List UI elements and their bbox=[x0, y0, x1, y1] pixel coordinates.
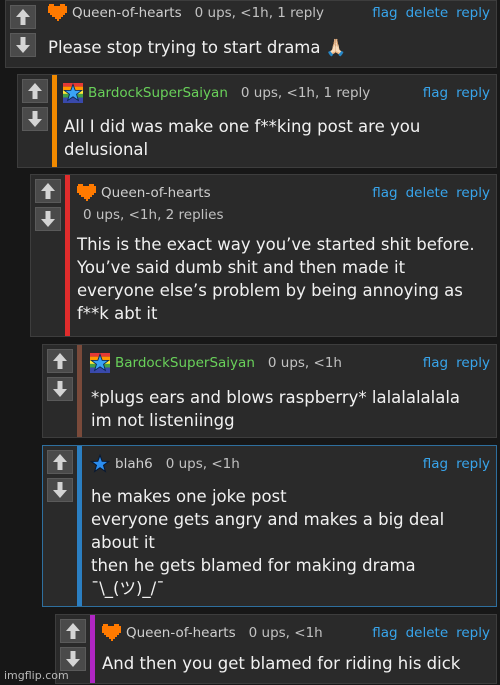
upvote-button[interactable] bbox=[35, 179, 61, 203]
username[interactable]: BardockSuperSaiyan bbox=[88, 85, 228, 101]
arrow-down-icon bbox=[66, 651, 80, 667]
delete-link[interactable]: delete bbox=[406, 185, 449, 201]
thread-bar bbox=[77, 446, 82, 606]
comment-meta: 0 ups, <1h, 1 reply bbox=[240, 85, 371, 101]
arrow-up-icon bbox=[41, 183, 55, 199]
vote-controls bbox=[31, 175, 65, 336]
comment-text: And then you get blamed for riding his d… bbox=[102, 654, 461, 673]
comment-5: blah6 0 ups, <1h flag reply he makes one… bbox=[42, 445, 497, 607]
delete-link[interactable]: delete bbox=[406, 5, 449, 21]
comment-text: Please stop trying to start drama 🙏🏻 bbox=[48, 38, 347, 57]
comment-meta: 0 ups, <1h, 2 replies bbox=[83, 207, 224, 223]
arrow-up-icon bbox=[66, 623, 80, 639]
arrow-up-icon bbox=[16, 9, 30, 25]
comment-actions: flag delete reply bbox=[372, 625, 490, 641]
flag-link[interactable]: flag bbox=[372, 185, 397, 201]
upvote-button[interactable] bbox=[60, 619, 86, 643]
heart-icon bbox=[102, 624, 121, 641]
comment-header: Queen-of-hearts 0 ups, <1h, 1 reply flag… bbox=[46, 1, 490, 25]
username[interactable]: Queen-of-hearts bbox=[126, 625, 236, 641]
comment-actions: flag delete reply bbox=[372, 185, 490, 201]
downvote-button[interactable] bbox=[47, 478, 73, 502]
blue-star-icon bbox=[89, 454, 111, 473]
arrow-down-icon bbox=[53, 381, 67, 397]
username[interactable]: blah6 bbox=[115, 456, 153, 472]
arrow-down-icon bbox=[41, 211, 55, 227]
reply-link[interactable]: reply bbox=[456, 5, 490, 21]
vote-controls bbox=[18, 75, 52, 167]
vote-controls bbox=[43, 446, 77, 606]
comment-text: This is the exact way you’ve started shi… bbox=[77, 235, 475, 323]
heart-icon bbox=[77, 184, 96, 201]
rainbow-star-icon bbox=[90, 353, 110, 373]
downvote-button[interactable] bbox=[60, 647, 86, 671]
comment-2: BardockSuperSaiyan 0 ups, <1h, 1 reply f… bbox=[17, 74, 497, 168]
comment-3: Queen-of-hearts flag delete reply 0 ups,… bbox=[30, 174, 497, 337]
comment-text: he makes one joke post everyone gets ang… bbox=[91, 487, 445, 598]
comment-text: All I did was make one f**king post are … bbox=[64, 117, 421, 159]
comment-meta: 0 ups, <1h bbox=[267, 355, 342, 371]
thread-bar bbox=[77, 345, 82, 437]
username[interactable]: BardockSuperSaiyan bbox=[115, 355, 255, 371]
reply-link[interactable]: reply bbox=[456, 625, 490, 641]
arrow-up-icon bbox=[28, 83, 42, 99]
flag-link[interactable]: flag bbox=[372, 5, 397, 21]
heart-icon bbox=[48, 4, 67, 21]
upvote-button[interactable] bbox=[10, 5, 36, 29]
arrow-down-icon bbox=[28, 111, 42, 127]
comment-header: Queen-of-hearts 0 ups, <1h flag delete r… bbox=[100, 615, 490, 651]
upvote-button[interactable] bbox=[47, 349, 73, 373]
rainbow-star-icon bbox=[63, 83, 83, 103]
downvote-button[interactable] bbox=[47, 377, 73, 401]
downvote-button[interactable] bbox=[22, 107, 48, 131]
comment-text: *plugs ears and blows raspberry* lalalal… bbox=[91, 388, 461, 430]
arrow-down-icon bbox=[53, 482, 67, 498]
upvote-button[interactable] bbox=[22, 79, 48, 103]
imgflip-watermark: imgflip.com bbox=[4, 669, 69, 682]
arrow-up-icon bbox=[53, 353, 67, 369]
comment-actions: flag reply bbox=[423, 456, 490, 472]
thread-bar bbox=[52, 75, 57, 167]
arrow-down-icon bbox=[16, 37, 30, 53]
delete-link[interactable]: delete bbox=[406, 625, 449, 641]
vote-controls bbox=[6, 1, 40, 67]
reply-link[interactable]: reply bbox=[456, 85, 490, 101]
comment-header: BardockSuperSaiyan 0 ups, <1h flag reply bbox=[89, 345, 490, 381]
downvote-button[interactable] bbox=[10, 33, 36, 57]
comment-header: BardockSuperSaiyan 0 ups, <1h, 1 reply f… bbox=[62, 75, 490, 111]
comment-actions: flag reply bbox=[423, 85, 490, 101]
comment-header: blah6 0 ups, <1h flag reply bbox=[89, 446, 490, 482]
comment-1: Queen-of-hearts 0 ups, <1h, 1 reply flag… bbox=[5, 0, 497, 68]
comment-6: Queen-of-hearts 0 ups, <1h flag delete r… bbox=[55, 614, 497, 684]
comment-actions: flag delete reply bbox=[372, 5, 490, 21]
thread-bar bbox=[65, 175, 70, 336]
arrow-up-icon bbox=[53, 454, 67, 470]
flag-link[interactable]: flag bbox=[423, 456, 448, 472]
reply-link[interactable]: reply bbox=[456, 185, 490, 201]
upvote-button[interactable] bbox=[47, 450, 73, 474]
comment-actions: flag reply bbox=[423, 355, 490, 371]
downvote-button[interactable] bbox=[35, 207, 61, 231]
comment-meta: 0 ups, <1h bbox=[248, 625, 323, 641]
thread-bar bbox=[90, 615, 95, 683]
flag-link[interactable]: flag bbox=[372, 625, 397, 641]
comment-meta: 0 ups, <1h bbox=[165, 456, 240, 472]
flag-link[interactable]: flag bbox=[423, 85, 448, 101]
flag-link[interactable]: flag bbox=[423, 355, 448, 371]
reply-link[interactable]: reply bbox=[456, 456, 490, 472]
username[interactable]: Queen-of-hearts bbox=[72, 5, 182, 21]
username[interactable]: Queen-of-hearts bbox=[101, 185, 211, 201]
reply-link[interactable]: reply bbox=[456, 355, 490, 371]
comment-meta: 0 ups, <1h, 1 reply bbox=[194, 5, 325, 21]
vote-controls bbox=[43, 345, 77, 437]
comment-4: BardockSuperSaiyan 0 ups, <1h flag reply… bbox=[42, 344, 497, 438]
